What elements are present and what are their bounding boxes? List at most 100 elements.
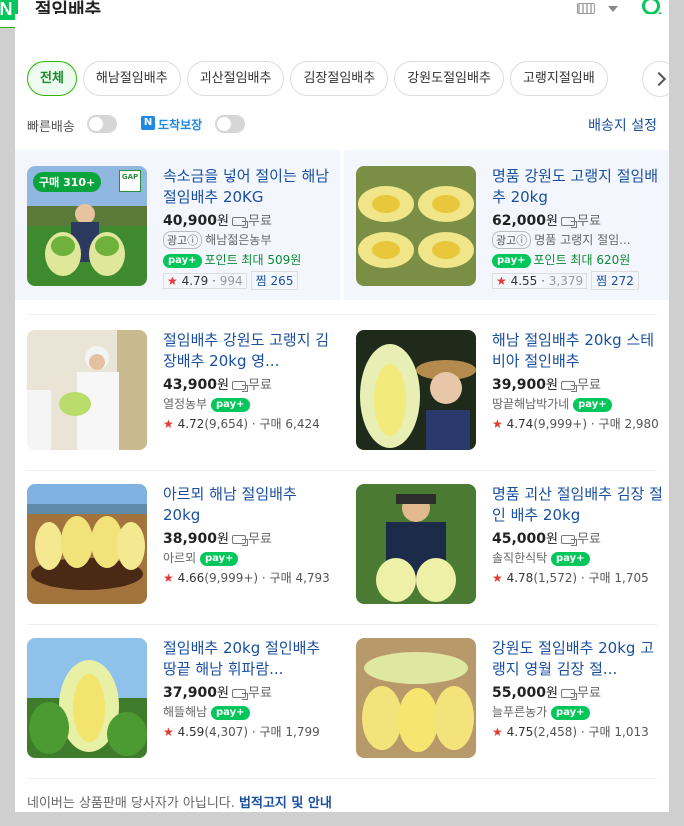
review-count: (4,307) — [204, 725, 249, 739]
truck-icon — [232, 534, 248, 546]
product-price: 43,900 — [163, 377, 218, 393]
product-title[interactable]: 명품 괴산 절임배추 김장 절인 배추 20kg — [492, 484, 664, 526]
product-price: 55,000 — [492, 685, 547, 701]
destination-setting-link[interactable]: 배송지 설정 — [588, 115, 657, 135]
truck-icon — [561, 216, 577, 228]
npay-badge: pay+ — [211, 705, 250, 720]
product-card[interactable]: 아르뫼 해남 절임배추 20kg 38,900원 무료 아르뫼 pay+ ★ 4.… — [15, 468, 340, 618]
purchase-count: 구매 4,793 — [269, 571, 330, 585]
product-card[interactable]: 절임배추 강원도 고랭지 김장배추 20kg 영... 43,900원 무료 열정… — [15, 314, 340, 464]
truck-icon — [561, 380, 577, 392]
npay-badge: pay+ — [551, 551, 590, 566]
shipping-fee: 무료 — [577, 532, 601, 547]
purchase-count: 구매 1,013 — [588, 725, 649, 739]
fast-delivery-toggle[interactable] — [87, 115, 117, 133]
product-title[interactable]: 강원도 절임배추 20kg 고랭지 영월 김장 절... — [492, 638, 664, 680]
product-title[interactable]: 절임배추 강원도 고랭지 김장배추 20kg 영... — [163, 330, 335, 372]
product-title[interactable]: 해남 절임배추 20kg 스테비아 절인배추 — [492, 330, 664, 372]
seller-name[interactable]: 솔직한식탁 — [492, 551, 547, 565]
category-chips: 전체 해남절임배추 괴산절임배추 김장절임배추 강원도절임배추 고랭지절임배 — [27, 61, 669, 99]
truck-icon — [232, 216, 248, 228]
product-title[interactable]: 명품 강원도 고랭지 절임배추 20kg — [492, 166, 664, 208]
product-image[interactable] — [356, 638, 476, 758]
shipping-fee: 무료 — [248, 378, 272, 393]
rating-value: 4.79 — [181, 274, 209, 288]
review-count: (2,458) — [533, 725, 578, 739]
purchase-count: 구매 1,705 — [588, 571, 649, 585]
product-title[interactable]: 절임배추 20kg 절인배추 땅끝 해남 휘파람... — [163, 638, 335, 680]
product-card[interactable]: 강원도 절임배추 20kg 고랭지 영월 김장 절... 55,000원 무료 늘… — [344, 622, 669, 772]
search-icon[interactable] — [642, 0, 660, 15]
product-image[interactable] — [27, 484, 147, 604]
keyboard-icon[interactable] — [577, 3, 595, 14]
truck-icon — [232, 688, 248, 700]
product-title[interactable]: 속소금을 넣어 절이는 해남 절임배추 20KG — [163, 166, 335, 208]
product-image[interactable] — [356, 166, 476, 286]
purchase-count: 구매 6,424 — [259, 417, 320, 431]
product-image[interactable] — [356, 330, 476, 450]
review-count: 3,379 — [548, 274, 584, 288]
purchase-count: 구매 1,799 — [259, 725, 320, 739]
chip-goraengji[interactable]: 고랭지절임배 — [509, 61, 608, 96]
npay-badge: pay+ — [492, 253, 531, 268]
product-price: 62,000 — [492, 213, 547, 229]
product-title[interactable]: 아르뫼 해남 절임배추 20kg — [163, 484, 335, 526]
truck-icon — [561, 688, 577, 700]
shipping-fee: 무료 — [577, 378, 601, 393]
purchase-badge: 구매 310+ — [33, 172, 102, 192]
chip-gangwon[interactable]: 강원도절임배추 — [394, 61, 504, 96]
fast-delivery-label: 빠른배송 — [27, 120, 75, 135]
seller-name[interactable]: 해뜰해남 — [163, 705, 207, 719]
arrive-guarantee-icon: N — [141, 116, 155, 130]
product-card[interactable]: 명품 강원도 고랭지 절임배추 20kg 62,000원 무료 광고ⓘ 명품 고랭지… — [344, 150, 669, 300]
product-price: 38,900 — [163, 531, 218, 547]
seller-name[interactable]: 땅끝해남박가네 — [492, 397, 569, 411]
product-image[interactable] — [27, 330, 147, 450]
arrive-guarantee-label: 도착보장 — [158, 118, 203, 132]
rating-value: 4.78 — [506, 571, 534, 585]
product-image[interactable] — [356, 484, 476, 604]
product-card[interactable]: 해남 절임배추 20kg 스테비아 절인배추 39,900원 무료 땅끝해남박가네… — [344, 314, 669, 464]
chip-goesan[interactable]: 괴산절임배추 — [186, 61, 285, 96]
point-info: 포인트 최대 620원 — [533, 253, 631, 267]
seller-name[interactable]: 아르뫼 — [163, 551, 196, 565]
review-count: (9,999+) — [204, 571, 259, 585]
chip-haenam[interactable]: 해남절임배추 — [82, 61, 181, 96]
seller-name[interactable]: 명품 고랭지 절임... — [534, 233, 630, 247]
star-icon: ★ — [163, 571, 174, 585]
gap-certification-icon: GAP — [119, 170, 141, 192]
row-divider — [27, 778, 657, 779]
npay-badge: pay+ — [211, 397, 250, 412]
star-icon: ★ — [496, 274, 507, 288]
chip-kimjang[interactable]: 김장절임배추 — [290, 61, 389, 96]
results-panel: 전체 해남절임배추 괴산절임배추 김장절임배추 강원도절임배추 고랭지절임배 빠른배송 N… — [15, 14, 669, 812]
rating-value: 4.59 — [177, 725, 205, 739]
rating-value: 4.75 — [506, 725, 534, 739]
star-icon: ★ — [163, 417, 174, 431]
product-card[interactable]: 구매 310+ GAP 속소금을 넣어 절이는 해남 절임배추 20KG 40,… — [15, 150, 340, 300]
product-card[interactable]: 절임배추 20kg 절인배추 땅끝 해남 휘파람... 37,900원 무료 해뜰… — [15, 622, 340, 772]
review-count: (1,572) — [533, 571, 578, 585]
chip-all[interactable]: 전체 — [27, 61, 77, 96]
chevron-down-icon[interactable] — [608, 6, 618, 12]
truck-icon — [561, 534, 577, 546]
arrive-guarantee-toggle[interactable] — [215, 115, 245, 133]
footer-text: 네이버는 상품판매 당사자가 아닙니다. — [27, 796, 235, 811]
ad-badge[interactable]: 광고ⓘ — [492, 231, 532, 249]
seller-name[interactable]: 열정농부 — [163, 397, 207, 411]
npay-badge: pay+ — [163, 253, 202, 268]
legal-notice-link[interactable]: 법적고지 및 안내 — [239, 796, 332, 811]
review-count: (9,654) — [204, 417, 249, 431]
ad-badge[interactable]: 광고ⓘ — [163, 231, 203, 249]
shipping-fee: 무료 — [248, 532, 272, 547]
seller-name[interactable]: 늘푸른농가 — [492, 705, 547, 719]
shipping-fee: 무료 — [248, 214, 272, 229]
shipping-fee: 무료 — [577, 214, 601, 229]
filter-row: 빠른배송 N 도착보장 배송지 설정 — [27, 114, 657, 136]
product-card[interactable]: 명품 괴산 절임배추 김장 절인 배추 20kg 45,000원 무료 솔직한식탁… — [344, 468, 669, 618]
rating-value: 4.72 — [177, 417, 205, 431]
seller-name[interactable]: 해남젊은농부 — [205, 233, 271, 247]
product-image[interactable] — [27, 638, 147, 758]
npay-badge: pay+ — [199, 551, 239, 566]
product-image[interactable]: 구매 310+ GAP — [27, 166, 147, 286]
